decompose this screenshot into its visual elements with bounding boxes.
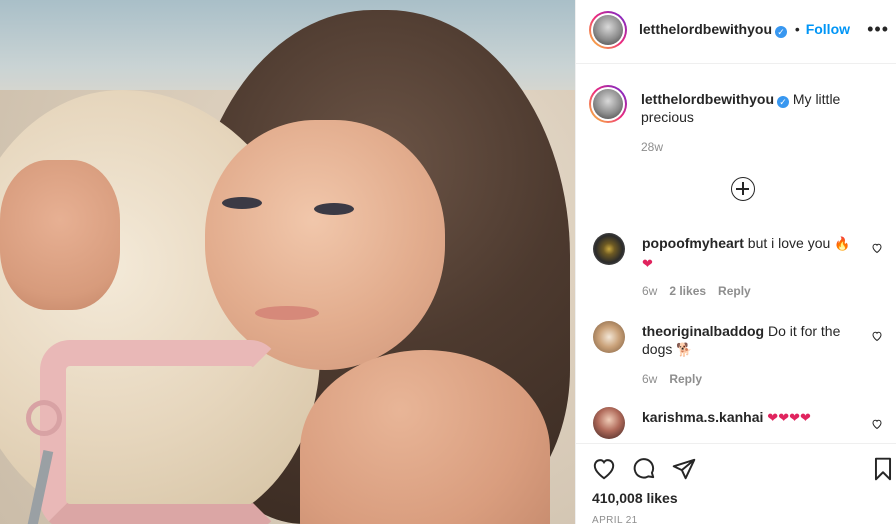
heart-icon[interactable]	[591, 456, 617, 482]
comment-meta: 6w Reply	[642, 372, 714, 386]
photo-face	[205, 120, 445, 370]
hearts-emoji: ❤❤❤❤	[767, 411, 811, 426]
paper-plane-icon[interactable]	[671, 456, 697, 482]
caption-avatar[interactable]	[589, 85, 627, 123]
photo-harness-ring	[26, 400, 62, 436]
bookmark-icon[interactable]	[870, 456, 896, 482]
caption-username[interactable]: letthelordbewithyou	[641, 91, 774, 107]
post-date[interactable]: APRIL 21	[592, 515, 638, 524]
commenter-username[interactable]: karishma.s.kanhai	[642, 409, 763, 425]
comment-like-heart-icon[interactable]	[871, 242, 883, 254]
commenter-avatar[interactable]	[593, 233, 625, 265]
photo-eye-left	[222, 197, 262, 209]
follow-button[interactable]: Follow	[806, 21, 850, 37]
verified-badge-icon: ✓	[777, 96, 789, 108]
comment-likes[interactable]: 2 likes	[669, 284, 706, 298]
comment-time[interactable]: 6w	[642, 284, 657, 298]
author-username[interactable]: letthelordbewithyou	[639, 21, 772, 37]
more-options-icon[interactable]: •••	[867, 20, 889, 38]
comment-text: theoriginalbaddog Do it for the dogs 🐕	[642, 322, 860, 360]
post-header: letthelordbewithyou ✓ • Follow •••	[576, 0, 896, 64]
reply-button[interactable]: Reply	[669, 372, 702, 386]
comment-text: karishma.s.kanhai ❤❤❤❤	[642, 408, 860, 428]
commenter-username[interactable]: popoofmyheart	[642, 235, 744, 251]
comment-like-heart-icon[interactable]	[871, 418, 883, 430]
post-actions-footer: 410,008 likes APRIL 21	[576, 443, 896, 524]
photo-hand	[0, 160, 120, 310]
comment-text: popoofmyheart but i love you 🔥 ❤	[642, 234, 860, 274]
plus-circle-icon[interactable]	[731, 177, 755, 201]
commenter-avatar[interactable]	[593, 407, 625, 439]
heart-emoji: ❤	[642, 257, 653, 272]
comment-time[interactable]: 6w	[642, 372, 657, 386]
reply-button[interactable]: Reply	[718, 284, 751, 298]
photo-eye-right	[314, 203, 354, 215]
post-photo	[0, 0, 575, 524]
photo-lips	[255, 306, 319, 320]
fire-emoji: 🔥	[834, 237, 851, 252]
post-side-panel: letthelordbewithyou ✓ • Follow ••• letthe…	[575, 0, 896, 524]
comment-body: but i love you	[747, 235, 831, 251]
caption-text: letthelordbewithyou ✓ My little precious	[641, 90, 881, 126]
comment-meta: 6w 2 likes Reply	[642, 284, 763, 298]
likes-count[interactable]: 410,008 likes	[592, 490, 678, 506]
separator-dot: •	[794, 21, 800, 37]
verified-badge-icon: ✓	[775, 26, 787, 38]
photo-harness	[40, 340, 280, 524]
commenter-username[interactable]: theoriginalbaddog	[642, 323, 764, 339]
dog-emoji: 🐕	[676, 343, 693, 358]
commenter-avatar[interactable]	[593, 321, 625, 353]
comment-bubble-icon[interactable]	[631, 456, 657, 482]
comments-section[interactable]: letthelordbewithyou ✓ My little precious …	[576, 65, 896, 443]
caption-timestamp[interactable]: 28w	[641, 140, 663, 154]
author-name-row: letthelordbewithyou ✓ • Follow	[639, 21, 850, 38]
comment-like-heart-icon[interactable]	[871, 330, 883, 342]
author-avatar[interactable]	[589, 11, 627, 49]
